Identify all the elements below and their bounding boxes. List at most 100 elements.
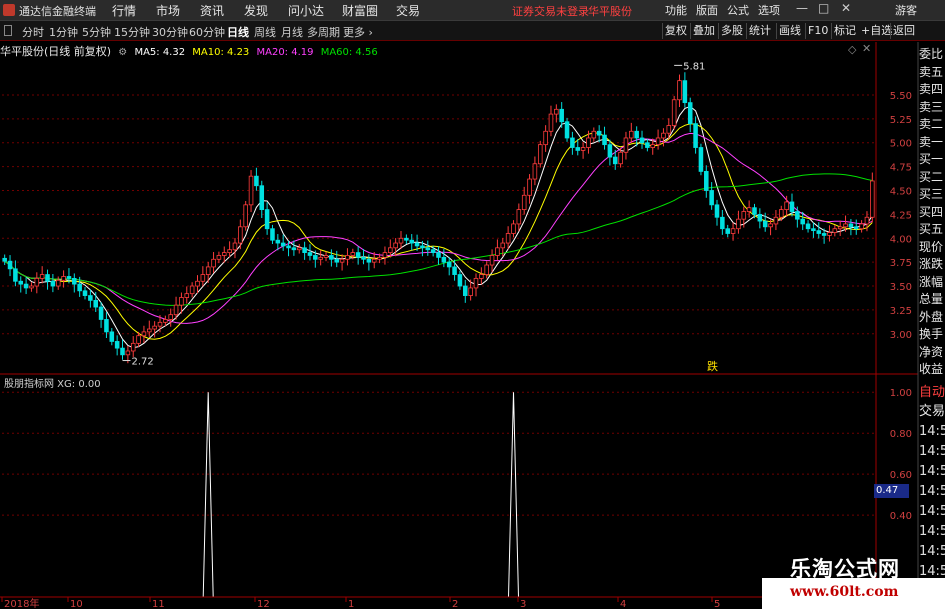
candle-body (468, 287, 473, 296)
app-title: 通达信金融终端 (19, 5, 96, 18)
candle-body (773, 216, 779, 225)
price-tick-label: 3.25 (890, 306, 912, 317)
period-multi[interactable]: 多周期 (307, 24, 340, 40)
fall-marker: 跌 (707, 360, 718, 373)
period-5min[interactable]: 5分钟 (82, 24, 111, 40)
add-watchlist-button[interactable]: +自选 (861, 23, 892, 39)
multi-stock-button[interactable]: 多股 (718, 23, 745, 39)
menu-discover[interactable]: 发现 (244, 2, 268, 19)
candle-body (489, 255, 495, 266)
candle-body (29, 285, 34, 289)
mark-button[interactable]: 标记 (831, 23, 858, 39)
back-button[interactable]: 返回 (890, 23, 917, 39)
candle-body (152, 325, 157, 330)
candle-body (784, 201, 789, 211)
period-daily[interactable]: 日线 (227, 24, 249, 40)
candle-body (130, 342, 136, 352)
menu-market-quotes[interactable]: 行情 (112, 2, 136, 19)
period-30min[interactable]: 30分钟 (152, 24, 188, 40)
menu-market[interactable]: 市场 (156, 2, 180, 19)
period-monthly[interactable]: 月线 (281, 24, 303, 40)
price-tick-label: 5.25 (890, 115, 912, 126)
candle-body (93, 299, 99, 308)
candle-body (661, 132, 666, 139)
axes: 3.00 3.25 3.50 3.75 4.00 4.25 4.50 4.75 5.00 5.25… (0, 42, 919, 609)
kline-chart-area[interactable]: 5.81 2.72 3.00 3.25 3.50 3.75 4.00 4.25 4.50 4.7… (0, 42, 945, 609)
candle-body (296, 247, 302, 251)
chart-diamond-icon[interactable]: ◇ (848, 43, 856, 56)
candle-body (13, 268, 18, 282)
candle-body (816, 230, 822, 234)
panel-toggle-icon[interactable] (4, 25, 12, 36)
statistics-button[interactable]: 统计 (746, 23, 773, 39)
candle-body (495, 247, 500, 256)
candle-body (629, 130, 634, 139)
candle-body (157, 321, 163, 327)
menu-function[interactable]: 功能 (665, 2, 687, 18)
menu-options[interactable]: 选项 (758, 2, 780, 18)
candle-body (66, 276, 72, 279)
watermark-url: www.60lt.com (790, 584, 899, 600)
trade-time: 14:56 (919, 424, 945, 439)
user-guest[interactable]: 游客 (895, 2, 917, 18)
legend-ma10: MA10: 4.23 (192, 47, 250, 58)
minimize-icon[interactable]: — (796, 1, 808, 15)
maximize-icon[interactable]: □ (818, 1, 829, 15)
candle-body (564, 121, 570, 139)
trade-time: 14:56 (919, 484, 945, 499)
candle-body (473, 277, 479, 289)
candle-body (768, 223, 773, 228)
menu-trade[interactable]: 交易 (396, 2, 420, 19)
price-tick-label: 3.75 (890, 258, 912, 269)
period-more[interactable]: 更多 › (343, 24, 373, 40)
draw-line-button[interactable]: 画线 (776, 23, 803, 39)
menu-formula[interactable]: 公式 (727, 2, 749, 18)
f10-button[interactable]: F10 (805, 23, 830, 39)
candle-body (736, 218, 741, 230)
candle-body (18, 280, 24, 285)
period-1min[interactable]: 1分钟 (49, 24, 78, 40)
candle-body (543, 130, 548, 146)
login-alert[interactable]: 证券交易未登录 (512, 3, 589, 19)
auto-mode-label: 自动 (919, 385, 945, 400)
trades-label: 交易 (919, 404, 945, 419)
chart-close-icon[interactable]: ✕ (862, 42, 871, 55)
candle-body (329, 255, 334, 260)
candle-body (280, 242, 286, 247)
candle-body (168, 314, 173, 320)
candle-body (72, 277, 77, 285)
menu-layout[interactable]: 版面 (696, 2, 718, 18)
candle-body (216, 255, 222, 260)
candle-body (612, 156, 618, 165)
indicator-tick-label: 0.80 (890, 429, 912, 440)
date-tick-label: 2 (452, 599, 458, 609)
period-15min[interactable]: 15分钟 (114, 24, 150, 40)
candle-body (243, 204, 248, 228)
candle-body (725, 228, 730, 234)
legend-settings-icon[interactable]: ⚙ (118, 47, 127, 58)
candle-body (687, 102, 693, 125)
ma20-line (4, 132, 873, 324)
candle-body (88, 295, 93, 301)
menu-ask-xiaoda[interactable]: 问小达 (288, 2, 324, 19)
candle-body (232, 242, 238, 251)
candle-body (23, 283, 29, 289)
menu-wealth-circle[interactable]: 财富圈 (342, 2, 378, 19)
overlay-button[interactable]: 叠加 (690, 23, 717, 39)
period-weekly[interactable]: 周线 (254, 24, 276, 40)
candle-body (34, 277, 40, 287)
candle-body (200, 274, 206, 282)
trade-time: 14:56 (919, 504, 945, 519)
app-logo-icon (3, 4, 15, 16)
adjust-button[interactable]: 复权 (662, 23, 689, 39)
price-tick-label: 4.25 (890, 210, 912, 221)
period-60min[interactable]: 60分钟 (189, 24, 225, 40)
candle-body (805, 223, 811, 230)
candle-body (286, 245, 291, 249)
candle-body (827, 232, 832, 236)
close-icon[interactable]: ✕ (841, 1, 851, 15)
menu-news[interactable]: 资讯 (200, 2, 224, 19)
period-intraday[interactable]: 分时 (22, 24, 44, 40)
price-tick-label: 4.75 (890, 163, 912, 174)
candle-body (714, 204, 720, 218)
